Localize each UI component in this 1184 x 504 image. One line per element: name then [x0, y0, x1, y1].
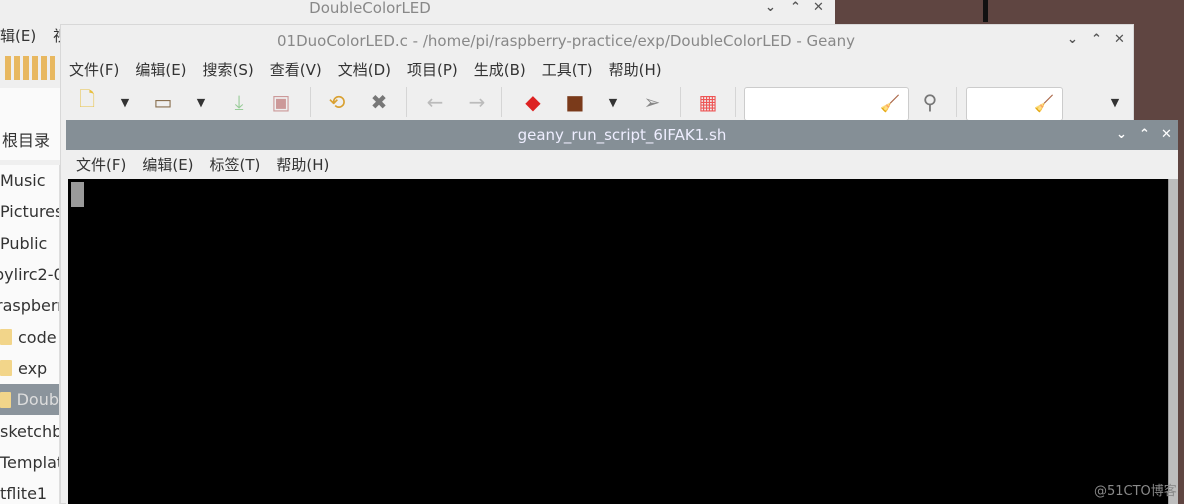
- tree-item-label: code: [18, 327, 57, 347]
- folder-icon: [0, 329, 12, 346]
- build-icon[interactable]: ■: [561, 89, 589, 115]
- menu-bar: 辑(E) 视: [0, 25, 68, 46]
- directory-tree: Music Pictures Public pylirc2-0. raspber…: [0, 165, 60, 504]
- forward-arrow-icon[interactable]: →: [463, 89, 491, 115]
- close-button[interactable]: ✕: [1161, 127, 1172, 142]
- maximize-button[interactable]: ⌃: [1139, 127, 1150, 142]
- scrollbar[interactable]: [1168, 179, 1178, 504]
- tree-item[interactable]: exp: [0, 353, 59, 384]
- close-button[interactable]: ✕: [1114, 32, 1125, 47]
- save-all-icon[interactable]: ▣: [267, 89, 295, 115]
- clear-icon[interactable]: 🧹: [1034, 94, 1054, 113]
- toolbar-separator: [310, 87, 311, 117]
- toolbar-separator: [735, 87, 736, 117]
- window-title: geany_run_script_6IFAK1.sh: [517, 126, 727, 144]
- toolbar-separator: [501, 87, 502, 117]
- minimize-button[interactable]: ⌄: [1067, 32, 1078, 47]
- tree-item-label: Music: [0, 171, 46, 191]
- window-title: DoubleColorLED: [309, 0, 431, 17]
- window-title: 01DuoColorLED.c - /home/pi/raspberry-pra…: [277, 32, 855, 50]
- new-dropdown-icon[interactable]: ▼: [111, 89, 139, 115]
- tree-item[interactable]: code: [0, 321, 59, 352]
- search-icon[interactable]: ⚲: [916, 89, 944, 115]
- root-directory-label[interactable]: 根目录: [2, 127, 50, 151]
- minimize-button[interactable]: ⌄: [1116, 127, 1127, 142]
- color-chooser-icon[interactable]: ▦: [694, 89, 722, 115]
- clear-icon[interactable]: 🧹: [880, 94, 900, 113]
- menu-edit[interactable]: 辑(E): [0, 27, 36, 45]
- menu-build[interactable]: 生成(B): [474, 59, 526, 80]
- menu-edit[interactable]: 编辑(E): [135, 59, 186, 80]
- maximize-button[interactable]: ⌃: [790, 0, 801, 15]
- toolbar-separator: [406, 87, 407, 117]
- terminal-window: geany_run_script_6IFAK1.sh ⌄ ⌃ ✕ 文件(F) 编…: [66, 120, 1178, 504]
- tree-item-label: raspberry: [0, 296, 59, 316]
- open-file-icon[interactable]: ▭: [149, 89, 177, 115]
- tree-item-label: Pictures: [0, 202, 60, 222]
- tree-item-selected[interactable]: Doub: [0, 384, 59, 416]
- desktop-decoration: [983, 0, 988, 22]
- tree-item-label: Doub: [16, 390, 59, 410]
- menu-project[interactable]: 项目(P): [407, 59, 458, 80]
- compile-icon[interactable]: ◆: [519, 89, 547, 115]
- menu-help[interactable]: 帮助(H): [609, 59, 662, 80]
- tree-item[interactable]: raspberry: [0, 290, 59, 321]
- close-file-icon[interactable]: ✖: [365, 89, 393, 115]
- menu-bar: 文件(F) 编辑(E) 标签(T) 帮助(H): [76, 154, 329, 175]
- tree-item[interactable]: Public: [0, 228, 59, 259]
- new-file-icon[interactable]: 🗋: [73, 87, 101, 115]
- maximize-button[interactable]: ⌃: [1091, 32, 1102, 47]
- tree-item[interactable]: tflite1: [0, 478, 59, 504]
- menu-file[interactable]: 文件(F): [69, 59, 119, 80]
- tree-item[interactable]: Template: [0, 447, 59, 478]
- tree-item[interactable]: pylirc2-0.: [0, 259, 59, 290]
- menu-search[interactable]: 搜索(S): [203, 59, 254, 80]
- menu-tools[interactable]: 工具(T): [542, 59, 593, 80]
- toolbar-separator: [680, 87, 681, 117]
- folder-icon: [0, 391, 11, 408]
- menu-help[interactable]: 帮助(H): [276, 154, 329, 175]
- tree-item-label: Template: [0, 452, 59, 472]
- menu-file[interactable]: 文件(F): [76, 154, 126, 175]
- watermark: @51CTO博客: [1094, 484, 1177, 499]
- minimize-button[interactable]: ⌄: [765, 0, 776, 15]
- execute-icon[interactable]: ➢: [638, 89, 666, 115]
- goto-line-input[interactable]: 🧹: [966, 87, 1063, 121]
- back-arrow-icon[interactable]: ←: [421, 89, 449, 115]
- tree-item-label: Public: [0, 233, 48, 253]
- tree-item-label: sketchbo: [0, 421, 59, 441]
- search-input[interactable]: 🧹: [744, 87, 909, 121]
- tree-item[interactable]: sketchbo: [0, 415, 59, 446]
- tree-item[interactable]: Pictures: [0, 196, 59, 227]
- menu-tabs[interactable]: 标签(T): [210, 154, 261, 175]
- close-button[interactable]: ✕: [813, 0, 824, 15]
- menu-view[interactable]: 查看(V): [270, 59, 322, 80]
- tree-item-label: tflite1: [0, 484, 48, 504]
- toolbar-icons[interactable]: [5, 56, 55, 80]
- toolbar: 🗋 ▼ ▭ ▼ ⤓ ▣ ⟲ ✖ ← → ◆ ■ ▼ ➢ ▦ 🧹 ⚲ 🧹 ▼: [61, 85, 1135, 121]
- tree-item-label: pylirc2-0.: [0, 265, 59, 285]
- open-dropdown-icon[interactable]: ▼: [187, 89, 215, 115]
- toolbar-separator: [956, 87, 957, 117]
- folder-icon: [0, 360, 12, 377]
- terminal-screen[interactable]: [68, 179, 1168, 504]
- menu-bar: 文件(F) 编辑(E) 搜索(S) 查看(V) 文档(D) 项目(P) 生成(B…: [69, 59, 662, 80]
- menu-edit[interactable]: 编辑(E): [142, 154, 193, 175]
- reload-icon[interactable]: ⟲: [323, 89, 351, 115]
- menu-document[interactable]: 文档(D): [338, 59, 391, 80]
- toolbar-overflow-icon[interactable]: ▼: [1101, 89, 1129, 115]
- text-cursor: [71, 182, 84, 207]
- save-icon[interactable]: ⤓: [225, 89, 253, 115]
- build-dropdown-icon[interactable]: ▼: [599, 89, 627, 115]
- tree-item-label: exp: [18, 358, 48, 378]
- tree-item[interactable]: Music: [0, 165, 59, 196]
